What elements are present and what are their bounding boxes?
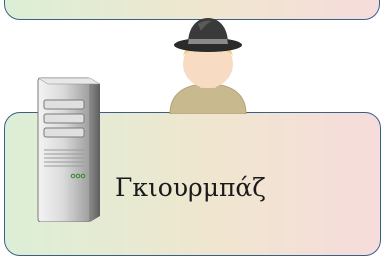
server-tower-icon (37, 77, 101, 222)
user-hat-icon (169, 18, 247, 114)
node-label: Γκιουρμπάζ (115, 173, 266, 202)
